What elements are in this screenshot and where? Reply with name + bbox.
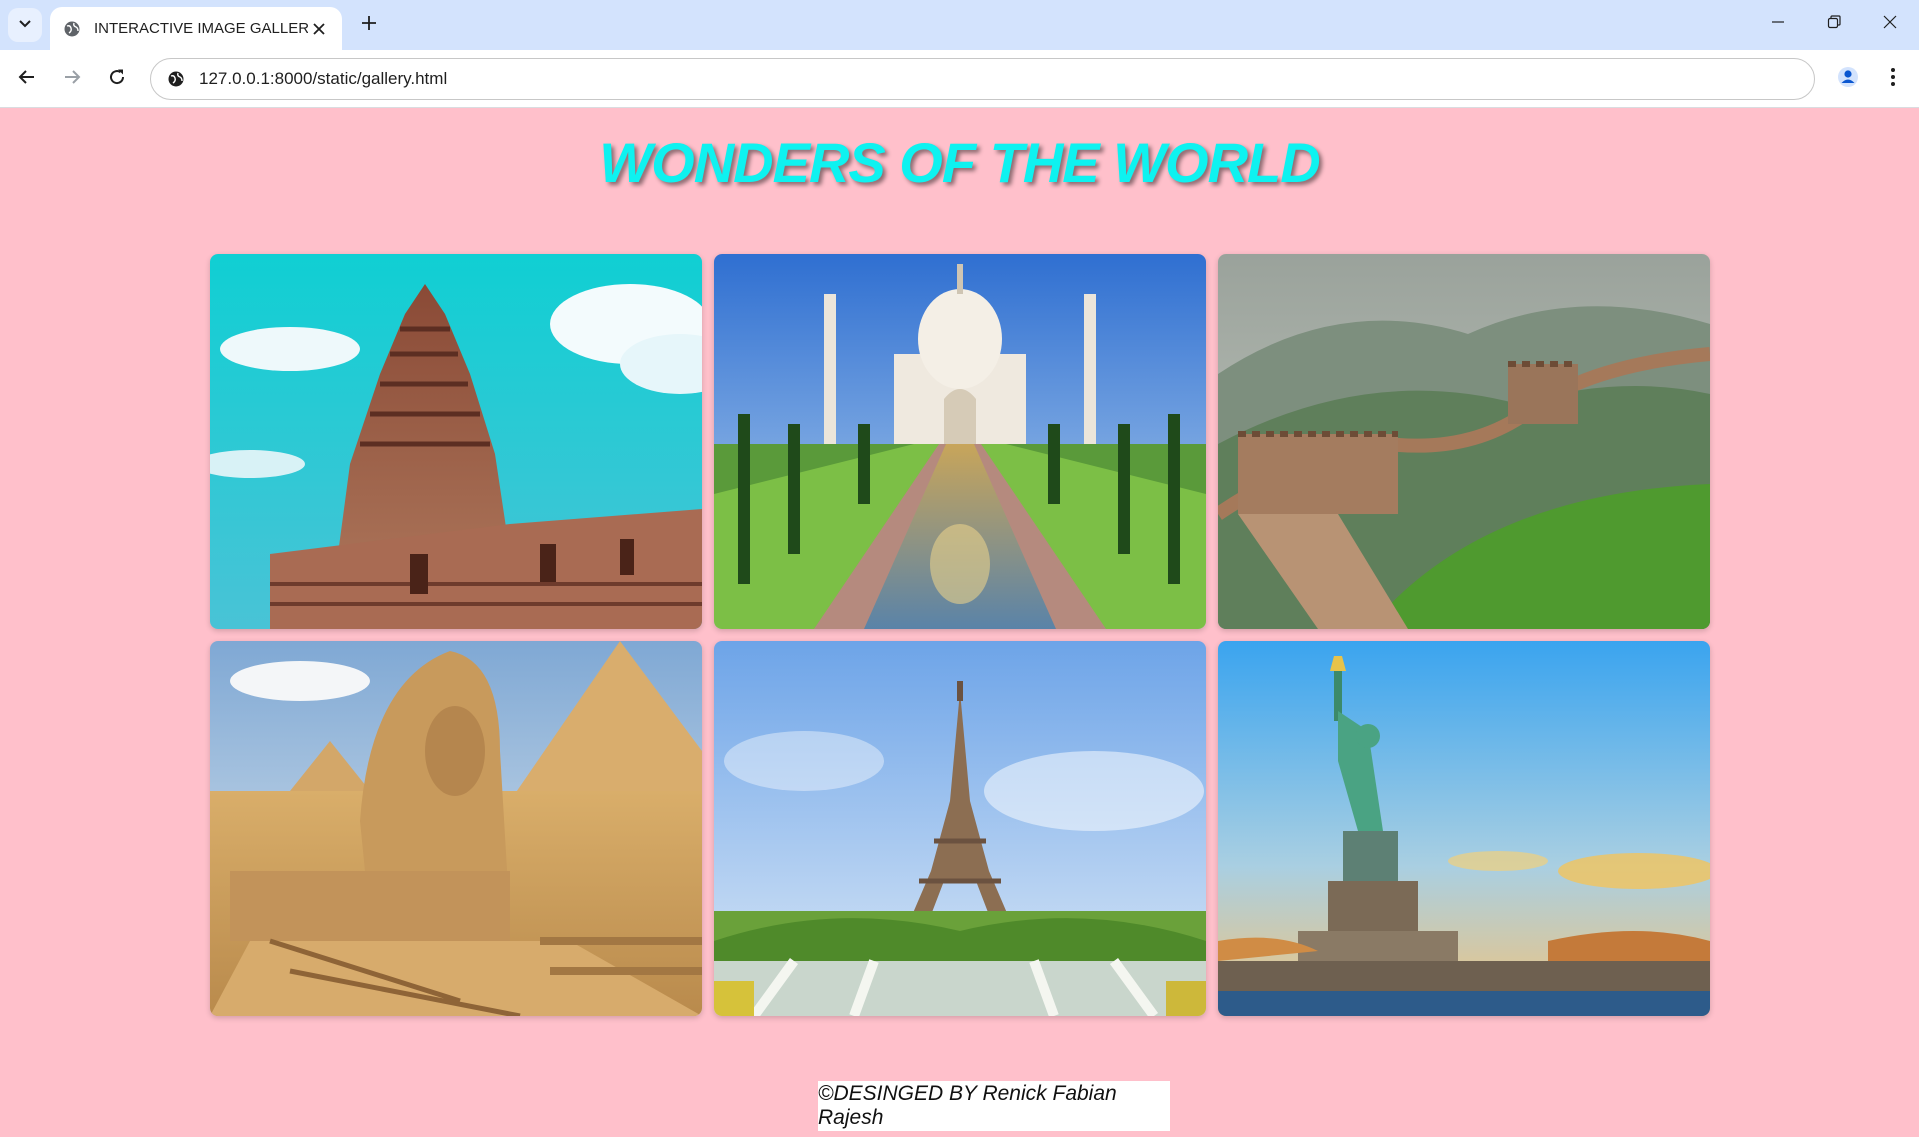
arrow-left-icon [18,68,36,91]
tab-search-button[interactable] [8,8,42,42]
back-button[interactable] [8,60,46,98]
gallery-image-eiffel-tower[interactable] [714,641,1206,1016]
globe-icon [62,19,82,39]
arrow-right-icon [63,68,81,91]
tab-title: INTERACTIVE IMAGE GALLERY [94,20,308,37]
browser-menu-button[interactable] [1874,60,1912,98]
more-vert-icon [1890,67,1896,92]
url-text[interactable]: 127.0.0.1:8000/static/gallery.html [199,69,447,89]
new-tab-button[interactable] [352,8,386,42]
plus-icon [361,15,377,36]
page-title: WONDERS OF THE WORLD [599,131,1320,194]
gallery-image-sphinx-and-pyramids[interactable] [210,641,702,1016]
gallery-image-taj-mahal[interactable] [714,254,1206,629]
minimize-icon [1771,15,1785,34]
restore-button[interactable] [1806,0,1862,48]
restore-icon [1827,14,1841,34]
close-icon [1883,15,1897,34]
browser-tab-bar: INTERACTIVE IMAGE GALLERY [0,0,1919,50]
active-tab[interactable]: INTERACTIVE IMAGE GALLERY [50,7,342,50]
reload-button[interactable] [98,60,136,98]
site-info-icon[interactable] [165,68,187,90]
chevron-down-icon [17,15,33,36]
image-gallery [210,254,1710,1016]
address-bar[interactable]: 127.0.0.1:8000/static/gallery.html [150,58,1815,100]
close-window-button[interactable] [1862,0,1918,48]
gallery-image-great-wall-of-china[interactable] [1218,254,1710,629]
browser-toolbar: 127.0.0.1:8000/static/gallery.html [0,50,1919,108]
minimize-button[interactable] [1750,0,1806,48]
profile-button[interactable] [1829,60,1867,98]
gallery-image-brihadeeswarar-temple[interactable] [210,254,702,629]
footer-credit: ©DESINGED BY Renick Fabian Rajesh [818,1081,1170,1131]
person-icon [1837,66,1859,93]
gallery-image-statue-of-liberty[interactable] [1218,641,1710,1016]
forward-button[interactable] [53,60,91,98]
reload-icon [108,68,126,91]
close-icon[interactable] [308,18,330,40]
